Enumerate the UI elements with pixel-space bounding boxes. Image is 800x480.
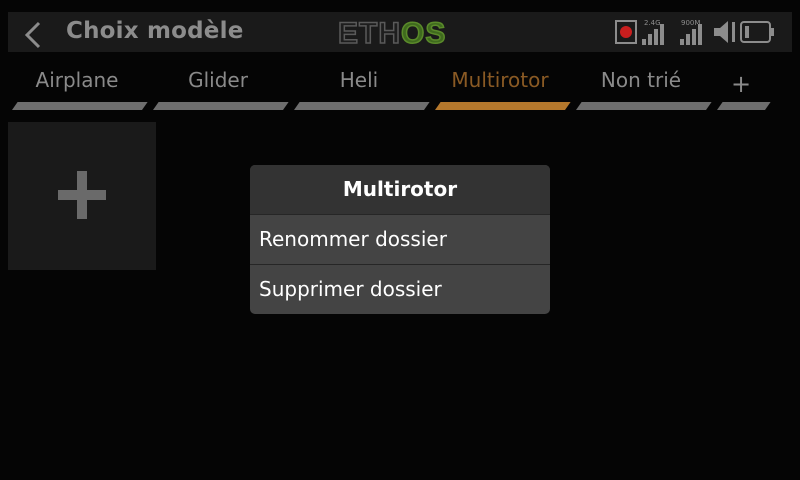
ethos-logo: ETHOS xyxy=(337,17,478,50)
tab-add-category[interactable]: + xyxy=(717,64,771,110)
menu-title: Multirotor xyxy=(250,165,550,214)
category-tabs: Airplane Glider Heli Multirotor Non trié… xyxy=(0,64,800,110)
tab-label: Non trié xyxy=(600,68,682,92)
top-bar: Choix modèle ETHOS 2.4G 900M xyxy=(8,12,792,52)
signal-900m-label: 900M xyxy=(681,19,700,27)
tab-indicator xyxy=(12,102,148,110)
add-model-button[interactable] xyxy=(8,122,156,270)
tab-label: Heli xyxy=(339,68,379,92)
page-title: Choix modèle xyxy=(66,18,244,44)
tab-label: Multirotor xyxy=(451,68,549,92)
tab-indicator xyxy=(153,102,289,110)
folder-context-menu: Multirotor Renommer dossier Supprimer do… xyxy=(250,165,550,314)
status-icons: 2.4G 900M xyxy=(615,19,774,45)
record-icon xyxy=(615,20,637,44)
logo-text-eth: ETH xyxy=(337,17,401,50)
signal-2g4-icon xyxy=(642,24,664,45)
tab-indicator xyxy=(435,102,571,110)
tab-glider[interactable]: Glider xyxy=(153,64,289,110)
tab-indicator xyxy=(294,102,430,110)
rename-folder-menu-item[interactable]: Renommer dossier xyxy=(250,214,550,263)
tab-non-trie[interactable]: Non trié xyxy=(576,64,712,110)
signal-2g4-label: 2.4G xyxy=(644,19,661,27)
tab-label: Airplane xyxy=(35,68,119,92)
back-button[interactable] xyxy=(22,21,44,49)
tab-heli[interactable]: Heli xyxy=(294,64,430,110)
tab-multirotor[interactable]: Multirotor xyxy=(435,64,571,110)
tab-indicator xyxy=(717,102,771,110)
plus-icon-vertical xyxy=(77,171,87,219)
volume-icon xyxy=(714,21,735,43)
tab-label: Glider xyxy=(188,68,248,92)
tab-airplane[interactable]: Airplane xyxy=(12,64,148,110)
chevron-left-icon xyxy=(24,21,41,49)
add-category-label: + xyxy=(730,70,752,98)
logo-text-os: OS xyxy=(400,17,447,50)
status-area: 2.4G 900M xyxy=(614,16,790,48)
signal-900m-icon xyxy=(680,24,702,45)
delete-folder-menu-item[interactable]: Supprimer dossier xyxy=(250,264,550,313)
battery-icon xyxy=(740,21,774,43)
tab-indicator xyxy=(576,102,712,110)
